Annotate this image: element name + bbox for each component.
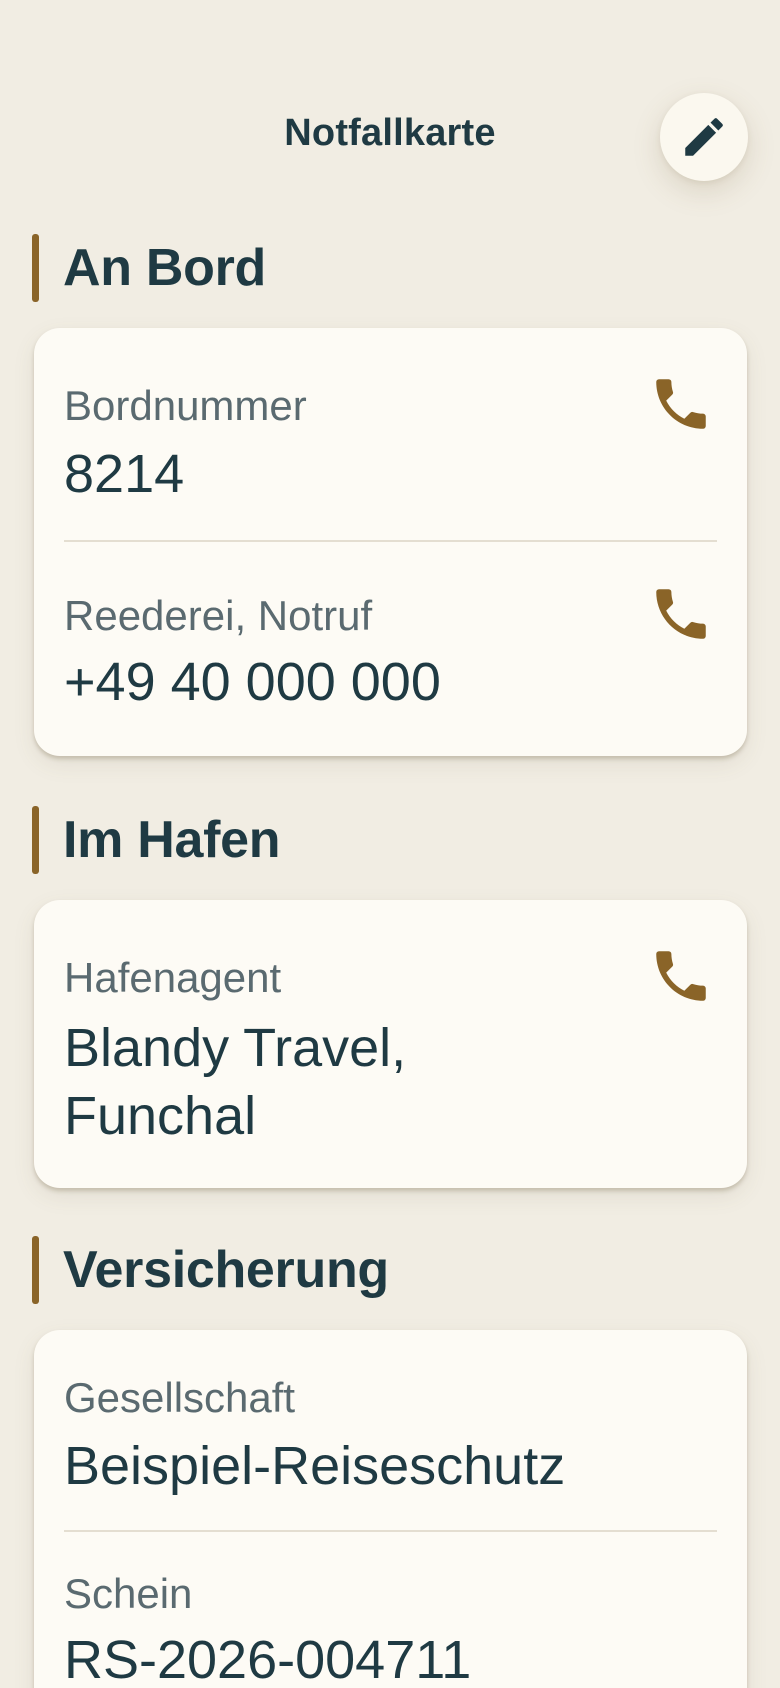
section-accent-bar — [32, 234, 39, 302]
call-button-hafenagent[interactable] — [645, 940, 717, 1012]
row-label: Schein — [64, 1570, 193, 1617]
card-im-hafen: Hafenagent Blandy Travel, Funchal — [34, 900, 747, 1188]
call-button-bordnummer[interactable] — [645, 368, 717, 440]
row-label: Hafenagent — [64, 954, 282, 1001]
emergency-card-screen: Notfallkarte An Bord Bordnummer 8214 Ree… — [0, 0, 780, 1688]
section-header-versicherung: Versicherung — [32, 1236, 389, 1304]
edit-button[interactable] — [660, 93, 748, 181]
section-title: An Bord — [63, 239, 266, 297]
row-divider — [64, 1530, 717, 1532]
row-label: Bordnummer — [64, 382, 307, 429]
row-label: Gesellschaft — [64, 1374, 296, 1421]
section-title: Im Hafen — [63, 811, 281, 869]
row-value-line-2: Funchal — [64, 1086, 257, 1146]
section-accent-bar — [32, 1236, 39, 1304]
section-title: Versicherung — [63, 1241, 389, 1299]
section-accent-bar — [32, 806, 39, 874]
row-value: RS-2026-004711 — [64, 1630, 472, 1688]
row-value: Beispiel-Reiseschutz — [64, 1436, 566, 1496]
section-header-an-bord: An Bord — [32, 234, 266, 302]
row-divider — [64, 540, 717, 542]
row-value-line-1: Blandy Travel, — [64, 1018, 407, 1078]
top-bar: Notfallkarte — [0, 0, 780, 240]
row-value: 8214 — [64, 444, 185, 504]
phone-icon — [656, 951, 706, 1001]
call-button-reederei[interactable] — [645, 578, 717, 650]
card-an-bord: Bordnummer 8214 Reederei, Notruf +49 40 … — [34, 328, 747, 756]
phone-icon — [656, 589, 706, 639]
section-header-im-hafen: Im Hafen — [32, 806, 281, 874]
row-value: +49 40 000 000 — [64, 652, 441, 712]
row-label: Reederei, Notruf — [64, 592, 373, 639]
pencil-icon — [685, 118, 723, 156]
phone-icon — [656, 379, 706, 429]
card-versicherung: Gesellschaft Beispiel-Reiseschutz Schein… — [34, 1330, 747, 1688]
